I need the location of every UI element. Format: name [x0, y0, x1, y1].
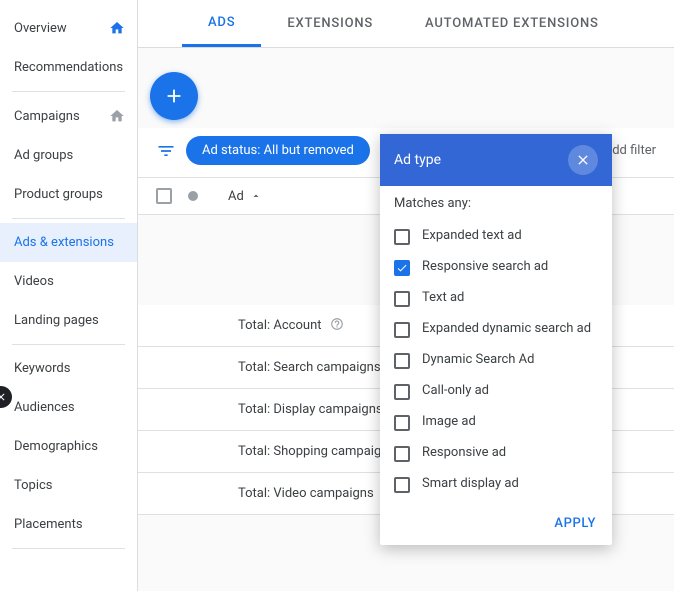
- summary-label: Total: Shopping campaig: [238, 444, 381, 459]
- column-label: Ad: [228, 189, 244, 204]
- tab-ads[interactable]: ADS: [182, 0, 261, 47]
- tab-automated-extensions[interactable]: AUTOMATED EXTENSIONS: [399, 0, 625, 47]
- divider: [12, 548, 125, 549]
- sidebar-item-label: Demographics: [14, 439, 98, 454]
- summary-label: Total: Video campaigns: [238, 486, 374, 501]
- option-label: Responsive search ad: [422, 259, 548, 274]
- sidebar-item-adgroups[interactable]: Ad groups: [0, 136, 137, 175]
- option-expanded-text-ad[interactable]: Expanded text ad: [394, 221, 600, 252]
- option-label: Expanded dynamic search ad: [422, 321, 591, 336]
- popup-header: Ad type: [380, 134, 612, 186]
- sidebar-item-productgroups[interactable]: Product groups: [0, 175, 137, 214]
- sidebar-item-keywords[interactable]: Keywords: [0, 349, 137, 388]
- sidebar-item-overview[interactable]: Overview: [0, 8, 137, 48]
- sidebar-item-label: Audiences: [14, 400, 75, 415]
- option-dynamic-search[interactable]: Dynamic Search Ad: [394, 345, 600, 376]
- sidebar-item-label: Videos: [14, 274, 54, 289]
- option-label: Call-only ad: [422, 383, 489, 398]
- option-expanded-dynamic[interactable]: Expanded dynamic search ad: [394, 314, 600, 345]
- add-filter[interactable]: dd filter: [612, 143, 660, 158]
- help-icon[interactable]: [330, 317, 344, 335]
- sidebar-item-label: Keywords: [14, 361, 70, 376]
- sidebar-item-label: Recommendations: [14, 60, 123, 75]
- close-icon: [0, 391, 7, 403]
- filter-chip[interactable]: Ad status: All but removed: [186, 136, 370, 165]
- option-label: Image ad: [422, 414, 476, 429]
- sidebar-item-topics[interactable]: Topics: [0, 466, 137, 505]
- sidebar: Overview Recommendations Campaigns Ad gr…: [0, 0, 138, 591]
- sidebar-item-landing[interactable]: Landing pages: [0, 301, 137, 340]
- arrow-up-icon: [250, 190, 262, 202]
- select-all-checkbox[interactable]: [156, 188, 172, 204]
- option-label: Expanded text ad: [422, 228, 522, 243]
- sidebar-item-label: Topics: [14, 478, 53, 493]
- summary-label: Total: Search campaigns: [238, 360, 381, 375]
- divider: [12, 218, 125, 219]
- sidebar-item-videos[interactable]: Videos: [0, 262, 137, 301]
- column-ad[interactable]: Ad: [228, 189, 262, 204]
- divider: [12, 344, 125, 345]
- sidebar-item-placements[interactable]: Placements: [0, 505, 137, 544]
- popup-body: Matches any: Expanded text ad Responsive…: [380, 186, 612, 506]
- divider: [12, 91, 125, 92]
- sidebar-item-label: Product groups: [14, 187, 103, 202]
- matches-label: Matches any:: [394, 196, 600, 211]
- option-label: Dynamic Search Ad: [422, 352, 535, 367]
- summary-label: Total: Account: [238, 318, 322, 333]
- sidebar-item-label: Ad groups: [14, 148, 73, 163]
- close-icon: [575, 152, 591, 168]
- popup-title: Ad type: [394, 152, 441, 168]
- option-label: Responsive ad: [422, 445, 506, 460]
- ad-type-popup: Ad type Matches any: Expanded text ad Re…: [380, 134, 612, 545]
- filter-icon[interactable]: [152, 141, 180, 161]
- option-responsive-ad[interactable]: Responsive ad: [394, 438, 600, 469]
- tab-extensions[interactable]: EXTENSIONS: [261, 0, 399, 47]
- option-smart-display[interactable]: Smart display ad: [394, 469, 600, 500]
- option-text-ad[interactable]: Text ad: [394, 283, 600, 314]
- sidebar-item-label: Ads & extensions: [14, 235, 114, 250]
- sidebar-item-ads-extensions[interactable]: Ads & extensions: [0, 223, 137, 262]
- apply-button[interactable]: APPLY: [554, 516, 596, 531]
- check-icon: [396, 262, 408, 274]
- tabs: ADS EXTENSIONS AUTOMATED EXTENSIONS: [138, 0, 674, 48]
- close-button[interactable]: [568, 145, 598, 175]
- add-button[interactable]: [150, 72, 198, 120]
- sidebar-item-campaigns[interactable]: Campaigns: [0, 96, 137, 136]
- home-icon: [109, 20, 125, 36]
- popup-footer: APPLY: [380, 506, 612, 545]
- sidebar-item-audiences[interactable]: Audiences: [0, 388, 137, 427]
- sidebar-item-label: Landing pages: [14, 313, 99, 328]
- sidebar-item-demographics[interactable]: Demographics: [0, 427, 137, 466]
- option-responsive-search-ad[interactable]: Responsive search ad: [394, 252, 600, 283]
- summary-label: Total: Display campaigns: [238, 402, 383, 417]
- option-label: Text ad: [422, 290, 464, 305]
- option-label: Smart display ad: [422, 476, 519, 491]
- sidebar-item-label: Overview: [14, 21, 67, 36]
- home-icon: [109, 108, 125, 124]
- status-dot: [188, 191, 198, 201]
- option-call-only[interactable]: Call-only ad: [394, 376, 600, 407]
- sidebar-item-recommendations[interactable]: Recommendations: [0, 48, 137, 87]
- plus-icon: [163, 85, 185, 107]
- sidebar-item-label: Placements: [14, 517, 83, 532]
- option-image-ad[interactable]: Image ad: [394, 407, 600, 438]
- sidebar-item-label: Campaigns: [14, 109, 80, 124]
